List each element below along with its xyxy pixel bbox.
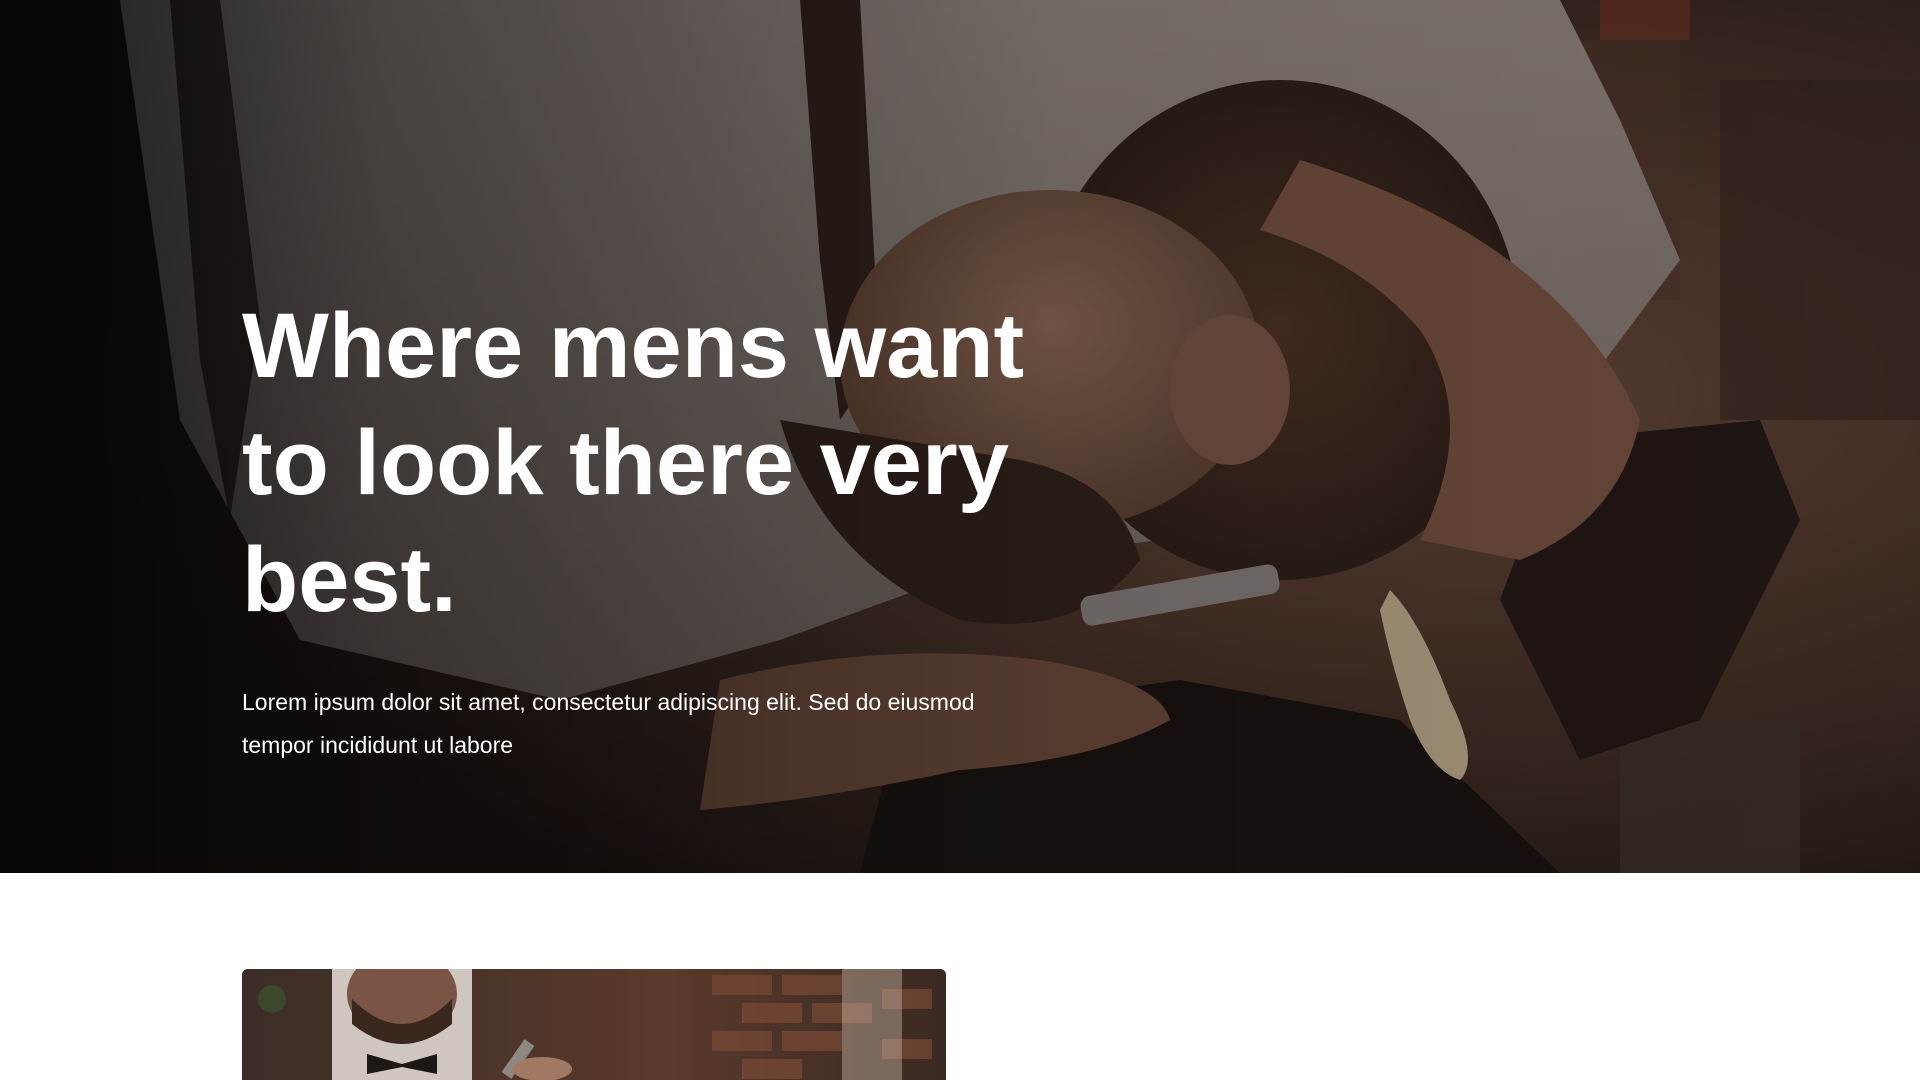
hero-content: Where mens want to look there very best.… [242, 288, 1042, 767]
hero-description: Lorem ipsum dolor sit amet, consectetur … [242, 689, 975, 758]
hero-heading: Where mens want to look there very best. [242, 295, 1025, 631]
about-section-photo [242, 969, 946, 1080]
hero-section: Where mens want to look there very best.… [0, 0, 1920, 873]
barber-scissors-photo [242, 969, 946, 1080]
